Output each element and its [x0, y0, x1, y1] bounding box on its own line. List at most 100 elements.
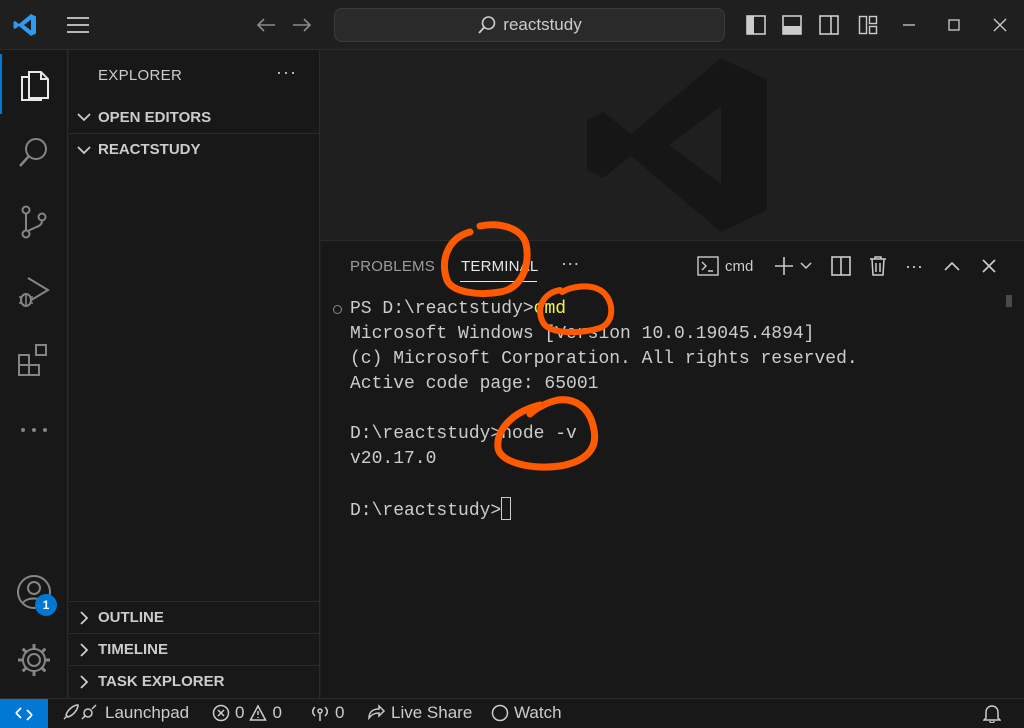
section-task-explorer[interactable]: TASK EXPLORER: [69, 665, 320, 697]
section-label: OUTLINE: [98, 609, 164, 626]
close-panel-icon[interactable]: [981, 254, 997, 278]
maximize-icon[interactable]: [943, 14, 965, 36]
notifications-bell-icon[interactable]: [983, 703, 1001, 723]
bottom-panel: PROBLEMS TERMINAL ··· cmd ··· PS D:\reac…: [321, 240, 1024, 698]
section-reactstudy[interactable]: REACTSTUDY: [69, 133, 320, 165]
section-label: TASK EXPLORER: [98, 673, 225, 690]
warning-icon: [249, 704, 268, 721]
files-icon: [21, 71, 49, 101]
ellipsis-icon: [21, 428, 47, 432]
chevron-right-icon: [69, 674, 98, 689]
typed-command: cmd: [533, 299, 567, 319]
run-debug-icon: [19, 277, 50, 307]
ports-status-item[interactable]: 0: [310, 703, 344, 723]
section-label: TIMELINE: [98, 641, 168, 658]
terminal-scrollbar[interactable]: [1006, 295, 1012, 307]
extensions-activity[interactable]: [0, 330, 68, 390]
command-center-search[interactable]: reactstudy: [334, 8, 725, 42]
explorer-sidebar: EXPLORER ··· OPEN EDITORS REACTSTUDY OUT…: [69, 50, 320, 698]
search-text: reactstudy: [503, 15, 582, 34]
menu-icon[interactable]: [64, 13, 92, 37]
toggle-primary-sidebar-icon[interactable]: [744, 14, 768, 36]
search-icon: [478, 16, 496, 34]
terminal-name: cmd: [725, 257, 754, 275]
watch-item[interactable]: Watch: [491, 703, 562, 723]
terminal-line: D:\reactstudy>node -v: [350, 424, 577, 444]
terminal-line: (c) Microsoft Corporation. All rights re…: [350, 349, 858, 369]
run-debug-activity[interactable]: [0, 262, 68, 322]
source-control-icon: [21, 205, 47, 239]
rocket-icon: [63, 704, 97, 720]
typed-command: node -v: [501, 424, 577, 444]
search-icon: [19, 138, 47, 167]
terminal-line: v20.17.0: [350, 449, 437, 469]
vscode-logo-icon[interactable]: [10, 10, 40, 40]
sidebar-more-button[interactable]: ···: [276, 62, 297, 83]
vscode-window: reactstudy 1 EXPLORER ··· OPEN EDITORS R…: [0, 0, 1024, 728]
section-outline[interactable]: OUTLINE: [69, 601, 320, 633]
chevron-right-icon: [69, 642, 98, 657]
chevron-down-icon: [69, 145, 98, 155]
vscode-watermark-icon: [587, 58, 767, 232]
activity-bar: 1: [0, 50, 68, 698]
manage-activity[interactable]: [0, 630, 68, 690]
search-activity[interactable]: [0, 122, 68, 182]
terminal-icon: [697, 256, 719, 276]
circle-icon: [491, 704, 509, 722]
more-activities[interactable]: [0, 400, 68, 460]
chevron-down-icon: [69, 112, 98, 122]
chevron-down-icon[interactable]: [799, 254, 813, 278]
live-share-icon: [368, 704, 386, 721]
terminal-line: Microsoft Windows [Version 10.0.19045.48…: [350, 324, 815, 344]
source-control-activity[interactable]: [0, 192, 68, 252]
new-terminal-icon[interactable]: [773, 254, 795, 278]
accounts-activity[interactable]: [0, 562, 68, 622]
launchpad-item[interactable]: Launchpad: [60, 703, 189, 723]
minimize-icon[interactable]: [898, 14, 920, 36]
terminal-output[interactable]: PS D:\reactstudy>cmd Microsoft Windows [V…: [350, 297, 858, 524]
remote-indicator-button[interactable]: [0, 699, 48, 728]
problems-status-item[interactable]: 0 0: [212, 703, 282, 723]
toggle-secondary-sidebar-icon[interactable]: [817, 14, 841, 36]
split-terminal-icon[interactable]: [831, 254, 851, 278]
status-bar: Launchpad 0 0 0 Live Share Watch: [0, 698, 1024, 728]
trash-icon[interactable]: [868, 254, 888, 278]
explorer-activity[interactable]: [0, 54, 68, 114]
section-open-editors[interactable]: OPEN EDITORS: [69, 101, 320, 133]
ports-count: 0: [335, 703, 345, 722]
editor-area[interactable]: [321, 50, 1024, 240]
terminal-line: Active code page: 65001: [350, 374, 599, 394]
section-timeline[interactable]: TIMELINE: [69, 633, 320, 665]
error-count: 0: [235, 703, 245, 722]
command-decoration-icon: [333, 305, 342, 314]
title-bar: reactstudy: [0, 0, 1024, 50]
chevron-right-icon: [69, 610, 98, 625]
gear-icon: [18, 644, 50, 676]
active-tab-indicator: [460, 281, 537, 282]
broadcast-icon: [312, 706, 328, 721]
section-label: REACTSTUDY: [98, 141, 201, 158]
forward-arrow-icon[interactable]: [290, 13, 314, 37]
tab-terminal[interactable]: TERMINAL: [461, 258, 538, 275]
terminal-line: PS D:\reactstudy>cmd: [350, 299, 567, 319]
tab-problems[interactable]: PROBLEMS: [350, 258, 435, 275]
sidebar-title: EXPLORER: [98, 67, 183, 84]
panel-tabs-more-button[interactable]: ···: [561, 253, 580, 274]
terminal-instance-button[interactable]: cmd: [697, 254, 753, 278]
panel-more-button[interactable]: ···: [905, 254, 923, 278]
accounts-badge: 1: [35, 594, 57, 616]
warning-count: 0: [272, 703, 282, 722]
section-label: OPEN EDITORS: [98, 108, 212, 126]
toggle-panel-icon[interactable]: [780, 14, 804, 36]
live-share-item[interactable]: Live Share: [366, 703, 472, 723]
close-window-icon[interactable]: [989, 14, 1011, 36]
extensions-icon: [18, 344, 47, 376]
back-arrow-icon[interactable]: [254, 13, 278, 37]
error-icon: [212, 704, 230, 722]
customize-layout-icon[interactable]: [856, 14, 880, 36]
terminal-line: D:\reactstudy>: [350, 497, 858, 524]
terminal-cursor: [501, 497, 512, 520]
maximize-panel-icon[interactable]: [943, 254, 961, 278]
